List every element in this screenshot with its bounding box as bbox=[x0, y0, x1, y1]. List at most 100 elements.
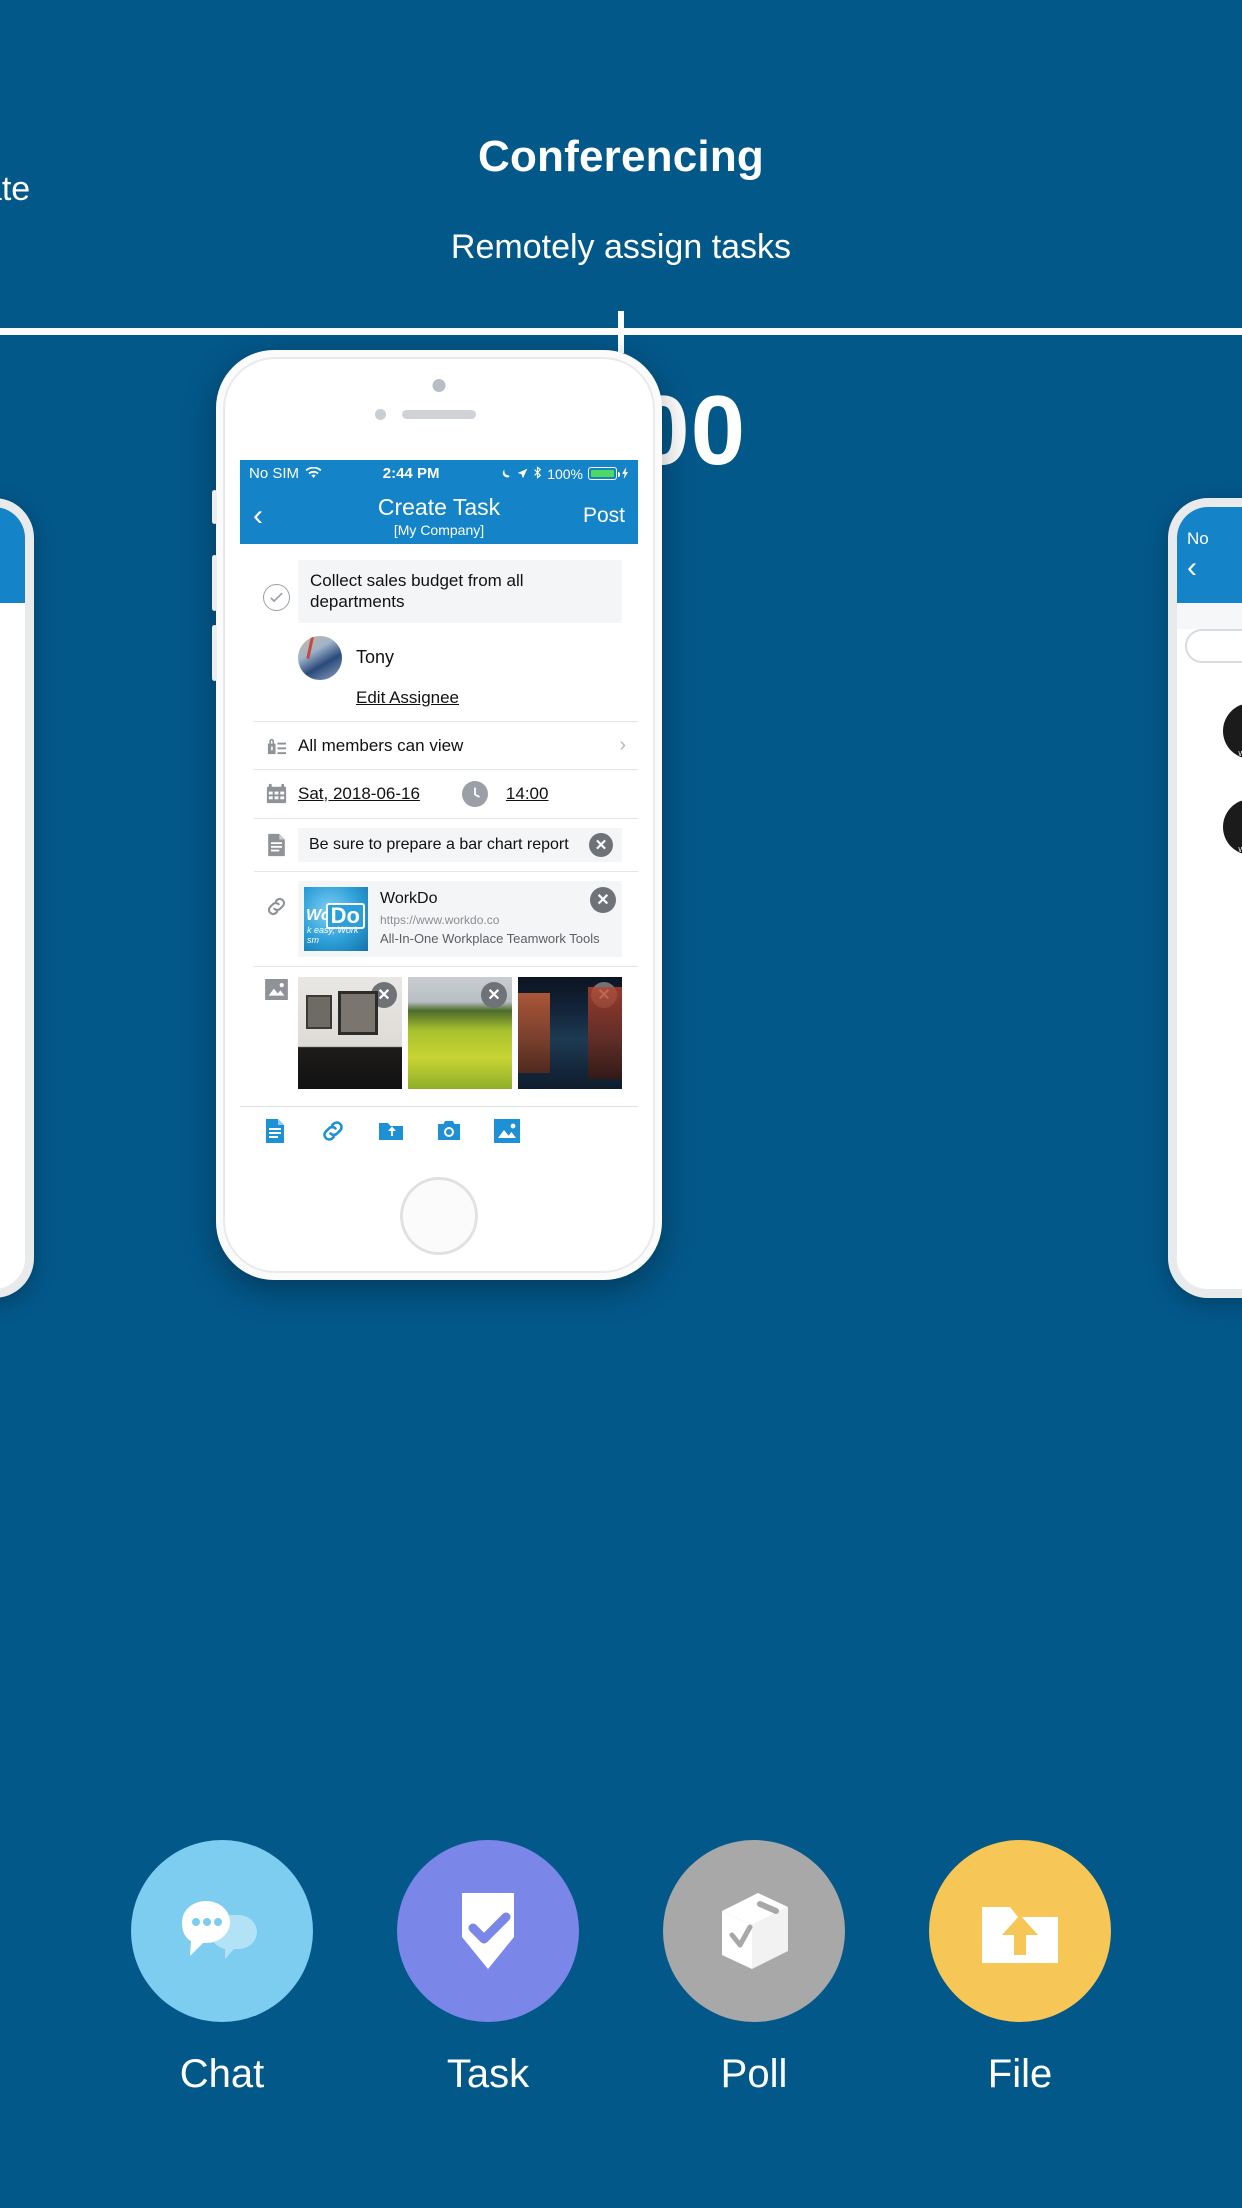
battery-percent-label: 100% bbox=[547, 465, 583, 482]
link-preview-card[interactable]: Work Do k easy, Work sm WorkDo https://w… bbox=[298, 880, 622, 957]
status-bar-clock: 2:44 PM bbox=[382, 465, 440, 482]
wifi-icon bbox=[305, 467, 322, 480]
side-phone-right-search-field[interactable] bbox=[1185, 629, 1242, 663]
shield-check-icon[interactable] bbox=[397, 1840, 579, 2022]
poster-stage: date d Conferencing Remotely assign task… bbox=[0, 0, 1242, 2208]
feature-chat-label: Chat bbox=[179, 2052, 265, 2096]
post-button[interactable]: Post bbox=[583, 504, 625, 528]
status-bar-left: No SIM bbox=[249, 465, 322, 482]
check-circle-icon[interactable] bbox=[262, 584, 290, 611]
status-bar-right: 100% bbox=[500, 466, 629, 482]
task-title-icon-slot bbox=[254, 560, 298, 611]
promo-subtitle: Remotely assign tasks bbox=[450, 228, 792, 266]
images-row: ✕ ✕ ✕ bbox=[240, 967, 638, 1099]
navigation-bar: ‹ Create Task [My Company] Post bbox=[240, 487, 638, 544]
center-phone-device: No SIM 2:44 PM 100% ‹ Create Task [My Co… bbox=[212, 350, 662, 1280]
side-phone-right-carrier: No bbox=[1187, 529, 1209, 548]
chevron-left-icon[interactable]: ‹ bbox=[1177, 549, 1242, 585]
feature-chat[interactable]: Chat bbox=[131, 1840, 313, 2097]
link-row: Work Do k easy, Work sm WorkDo https://w… bbox=[240, 872, 638, 966]
back-button[interactable]: ‹ bbox=[253, 500, 263, 531]
permission-row[interactable]: All members can view › bbox=[240, 722, 638, 769]
close-circle-icon[interactable]: ✕ bbox=[591, 981, 617, 1008]
due-date-row: Sat, 2018-06-16 14:00 bbox=[240, 770, 638, 818]
home-button[interactable] bbox=[400, 1177, 478, 1255]
close-circle-icon[interactable]: ✕ bbox=[590, 886, 616, 913]
moon-icon bbox=[500, 466, 512, 482]
side-phone-right: No ‹ WWorkDo WWorkDo bbox=[1168, 498, 1242, 1298]
attach-photo-button[interactable] bbox=[494, 1118, 520, 1149]
page-title: Create Task bbox=[377, 493, 501, 520]
link-description: All-In-One Workplace Teamwork Tools bbox=[380, 930, 600, 946]
image-thumbnails: ✕ ✕ ✕ bbox=[298, 976, 622, 1089]
feature-poll[interactable]: Poll bbox=[663, 1840, 845, 2097]
link-thumb-tagline: k easy, Work sm bbox=[307, 924, 359, 945]
note-input[interactable]: Be sure to prepare a bar chart report ✕ bbox=[298, 827, 622, 862]
side-phone-right-body: WWorkDo WWorkDo bbox=[1177, 629, 1242, 1289]
side-phone-left-body bbox=[0, 603, 25, 1289]
volume-down-button bbox=[212, 625, 217, 681]
earpiece-speaker bbox=[402, 410, 476, 419]
list-item[interactable]: ✕ bbox=[518, 976, 622, 1089]
link-url: https://www.workdo.co bbox=[380, 912, 500, 927]
attachment-toolbar bbox=[240, 1106, 638, 1160]
close-circle-icon[interactable]: ✕ bbox=[481, 981, 507, 1008]
feature-file-label: File bbox=[987, 2052, 1053, 2096]
camera-button[interactable] bbox=[436, 1118, 462, 1149]
page-subtitle: [My Company] bbox=[393, 521, 485, 538]
link-thumbnail: Work Do k easy, Work sm bbox=[304, 886, 368, 951]
due-date-value[interactable]: Sat, 2018-06-16 bbox=[298, 784, 420, 804]
app-screen: No SIM 2:44 PM 100% ‹ Create Task [My Co… bbox=[240, 460, 638, 1160]
task-title-input[interactable]: Collect sales budget from all department… bbox=[298, 560, 622, 623]
avatar bbox=[298, 635, 342, 680]
promo-title: Conferencing bbox=[478, 132, 764, 181]
due-time-value[interactable]: 14:00 bbox=[506, 784, 549, 804]
attach-link-button[interactable] bbox=[320, 1118, 346, 1149]
side-phone-right-header: No ‹ bbox=[1177, 507, 1242, 603]
task-title-row: Collect sales budget from all department… bbox=[240, 544, 638, 623]
note-value: Be sure to prepare a bar chart report bbox=[309, 835, 569, 853]
volume-up-button bbox=[212, 555, 217, 611]
link-icon bbox=[254, 881, 298, 918]
carrier-label: No SIM bbox=[249, 465, 300, 482]
side-phone-right-logo-b: WWorkDo bbox=[1223, 799, 1242, 855]
image-icon bbox=[254, 977, 298, 1000]
side-phone-left bbox=[0, 498, 34, 1298]
side-phone-right-logo-a: WWorkDo bbox=[1223, 703, 1242, 759]
edit-assignee-link[interactable]: Edit Assignee bbox=[240, 680, 459, 721]
side-phone-left-carrier bbox=[0, 507, 25, 529]
silent-switch bbox=[212, 490, 217, 524]
bluetooth-icon bbox=[533, 465, 542, 482]
close-circle-icon[interactable]: ✕ bbox=[589, 832, 613, 857]
attach-file-button[interactable] bbox=[378, 1118, 404, 1149]
timeline-tick bbox=[618, 311, 624, 353]
attach-note-button[interactable] bbox=[262, 1118, 288, 1149]
feature-row: Chat Task Poll File bbox=[0, 1840, 1242, 2097]
chevron-right-icon[interactable]: › bbox=[619, 734, 626, 757]
close-circle-icon[interactable]: ✕ bbox=[371, 981, 397, 1008]
ballot-box-icon[interactable] bbox=[663, 1840, 845, 2022]
nav-title-block: Create Task [My Company] bbox=[240, 494, 638, 538]
calendar-icon bbox=[254, 782, 298, 805]
link-title: WorkDo bbox=[380, 889, 438, 907]
lock-list-icon bbox=[254, 735, 298, 756]
side-phone-left-header bbox=[0, 507, 25, 603]
list-item[interactable]: ✕ bbox=[298, 976, 402, 1089]
lightning-bolt-icon bbox=[622, 466, 629, 482]
assignee-name: Tony bbox=[356, 647, 395, 667]
document-icon bbox=[254, 833, 298, 857]
task-form: Collect sales budget from all department… bbox=[240, 544, 638, 1160]
chat-bubbles-icon[interactable] bbox=[131, 1840, 313, 2022]
clock-icon bbox=[461, 780, 488, 807]
proximity-sensor bbox=[432, 379, 446, 392]
list-item[interactable]: ✕ bbox=[408, 976, 512, 1089]
assignee-row[interactable]: Tony bbox=[240, 623, 638, 680]
front-camera bbox=[375, 409, 386, 420]
feature-task[interactable]: Task bbox=[397, 1840, 579, 2097]
feature-poll-label: Poll bbox=[720, 2052, 788, 2096]
battery-icon bbox=[588, 467, 620, 480]
feature-file[interactable]: File bbox=[929, 1840, 1111, 2097]
feature-task-label: Task bbox=[446, 2052, 530, 2096]
upload-folder-icon[interactable] bbox=[929, 1840, 1111, 2022]
permission-label: All members can view bbox=[298, 736, 464, 755]
